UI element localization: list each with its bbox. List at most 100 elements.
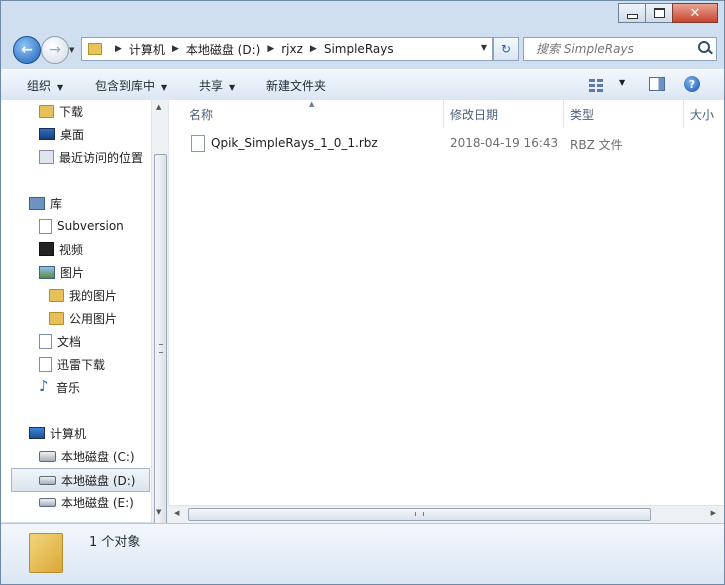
nav-item-label: 最近访问的位置 <box>59 150 144 165</box>
nav-item-public-pictures[interactable]: 公用图片 <box>49 307 151 329</box>
nav-item-pictures[interactable]: 图片 <box>39 261 151 283</box>
back-arrow-icon: ← <box>21 42 33 58</box>
nav-item-desktop[interactable]: 桌面 <box>39 123 151 145</box>
organize-label: 组织 <box>27 79 52 93</box>
file-type: RBZ 文件 <box>570 138 623 152</box>
nav-item-label: 音乐 <box>56 380 81 395</box>
breadcrumb-separator-icon[interactable]: ▶ <box>115 44 122 54</box>
nav-item-computer[interactable]: 计算机 <box>29 422 151 444</box>
nav-item-my-pictures[interactable]: 我的图片 <box>49 284 151 306</box>
nav-item-recent-places[interactable]: 最近访问的位置 <box>39 146 151 168</box>
nav-pane-scrollbar[interactable]: ▲ ▼ <box>151 100 168 540</box>
scroll-down-icon[interactable]: ▼ <box>156 508 161 516</box>
nav-item-libraries[interactable]: 库 <box>29 192 151 214</box>
forward-button[interactable]: → <box>41 36 69 64</box>
drive-icon <box>39 475 56 485</box>
scrollbar-thumb[interactable] <box>188 508 651 521</box>
include-in-library-button[interactable]: 包含到库中 ▼ <box>95 77 167 94</box>
new-folder-button[interactable]: 新建文件夹 <box>266 77 326 94</box>
nav-item-drive-e[interactable]: 本地磁盘 (E:) <box>39 491 151 513</box>
address-bar[interactable]: ▶ 计算机 ▶ 本地磁盘 (D:) ▶ rjxz ▶ SimpleRays ▼ <box>81 37 493 61</box>
file-list: ▲ 名称 修改日期 类型 大小 Qpik_SimpleRays_1_0_1.rb… <box>168 100 724 522</box>
forward-arrow-icon: → <box>49 42 61 58</box>
nav-item-downloads[interactable]: 下载 <box>39 100 151 122</box>
breadcrumb-computer[interactable]: 计算机 <box>129 41 165 58</box>
share-button[interactable]: 共享 ▼ <box>199 77 235 94</box>
documents-icon <box>39 333 52 349</box>
maximize-button[interactable] <box>645 3 673 23</box>
breadcrumb-rjxz[interactable]: rjxz <box>281 42 303 56</box>
command-bar: 组织 ▼ 包含到库中 ▼ 共享 ▼ 新建文件夹 ▼ ? <box>1 69 724 101</box>
computer-icon <box>29 427 45 439</box>
scroll-left-icon[interactable]: ◀ <box>174 509 179 517</box>
breadcrumb-separator-icon[interactable]: ▶ <box>310 44 317 54</box>
nav-item-videos[interactable]: 视频 <box>39 238 151 260</box>
preview-pane-icon[interactable] <box>649 77 665 91</box>
scrollbar-thumb[interactable] <box>154 154 167 540</box>
search-box[interactable] <box>523 37 717 61</box>
breadcrumb-drive-d[interactable]: 本地磁盘 (D:) <box>186 41 260 58</box>
desktop-icon <box>39 128 55 140</box>
nav-item-subversion[interactable]: Subversion <box>39 215 151 237</box>
nav-item-label: 本地磁盘 (E:) <box>61 495 134 510</box>
close-button[interactable]: ✕ <box>672 3 718 23</box>
pictures-icon <box>39 265 55 279</box>
column-header-modified[interactable]: 修改日期 <box>444 100 564 128</box>
download-folder-icon <box>39 104 54 118</box>
column-header-size[interactable]: 大小 <box>684 100 724 128</box>
caption-buttons: ✕ <box>618 3 718 23</box>
details-pane: 1 个对象 <box>1 523 724 584</box>
scroll-up-icon[interactable]: ▲ <box>156 103 161 111</box>
nav-item-label: 桌面 <box>60 127 85 142</box>
back-button[interactable]: ← <box>13 36 41 64</box>
address-history-dropdown-icon[interactable]: ▼ <box>481 43 487 52</box>
large-folder-icon <box>29 533 63 573</box>
file-modified-date: 2018-04-19 16:43 <box>450 136 559 150</box>
folder-icon <box>49 311 64 325</box>
chevron-down-icon: ▼ <box>161 83 168 92</box>
minimize-button[interactable] <box>618 3 646 23</box>
include-in-library-label: 包含到库中 <box>95 79 156 93</box>
search-icon[interactable] <box>698 41 710 53</box>
view-options-dropdown-icon[interactable]: ▼ <box>619 78 625 87</box>
file-row[interactable]: Qpik_SimpleRays_1_0_1.rbz <box>191 133 378 153</box>
folder-icon <box>49 288 64 302</box>
help-icon[interactable]: ? <box>684 76 700 92</box>
nav-item-drive-c[interactable]: 本地磁盘 (C:) <box>39 445 151 467</box>
nav-item-label: 库 <box>50 196 63 211</box>
file-list-horizontal-scrollbar[interactable]: ◀ ▶ <box>168 505 724 523</box>
item-count: 1 个对象 <box>89 535 141 550</box>
explorer-window: ✕ ← → ▼ ▶ 计算机 ▶ 本地磁盘 (D:) ▶ rjxz ▶ Simpl… <box>0 0 725 585</box>
title-bar: ✕ <box>1 1 724 31</box>
nav-item-label: 本地磁盘 (C:) <box>61 449 135 464</box>
nav-item-label: 视频 <box>59 242 84 257</box>
nav-item-label: 我的图片 <box>69 288 118 303</box>
search-input[interactable] <box>534 41 698 57</box>
column-header-name[interactable]: 名称 <box>169 100 444 128</box>
nav-item-label: 迅雷下载 <box>57 357 106 372</box>
scrollbar-grip <box>415 512 424 516</box>
file-name: Qpik_SimpleRays_1_0_1.rbz <box>211 136 378 150</box>
nav-item-xunlei-downloads[interactable]: 迅雷下载 <box>39 353 151 375</box>
file-icon <box>191 134 205 152</box>
recent-pages-dropdown-icon[interactable]: ▼ <box>69 46 74 54</box>
folder-icon <box>88 43 102 55</box>
navigation-row: ← → ▼ ▶ 计算机 ▶ 本地磁盘 (D:) ▶ rjxz ▶ SimpleR… <box>1 33 724 65</box>
nav-item-label: 公用图片 <box>69 311 118 326</box>
refresh-button[interactable]: ↻ <box>493 37 519 61</box>
breadcrumb-simplerays[interactable]: SimpleRays <box>324 42 394 56</box>
scroll-right-icon[interactable]: ▶ <box>711 509 716 517</box>
nav-item-drive-d[interactable]: 本地磁盘 (D:) <box>11 468 150 492</box>
change-view-icon[interactable] <box>589 79 605 92</box>
nav-item-music[interactable]: 音乐 <box>39 376 151 398</box>
close-icon: ✕ <box>689 5 701 21</box>
recent-places-icon <box>39 150 54 164</box>
chevron-down-icon: ▼ <box>57 83 64 92</box>
navigation-pane: 下载 桌面 最近访问的位置 库 Subversion 视频 图片 我的图片 公用… <box>1 100 151 522</box>
column-header-type[interactable]: 类型 <box>564 100 684 128</box>
nav-item-documents[interactable]: 文档 <box>39 330 151 352</box>
breadcrumb-separator-icon[interactable]: ▶ <box>267 44 274 54</box>
breadcrumb-separator-icon[interactable]: ▶ <box>172 44 179 54</box>
nav-item-label: 本地磁盘 (D:) <box>61 473 136 488</box>
organize-button[interactable]: 组织 ▼ <box>27 77 63 94</box>
